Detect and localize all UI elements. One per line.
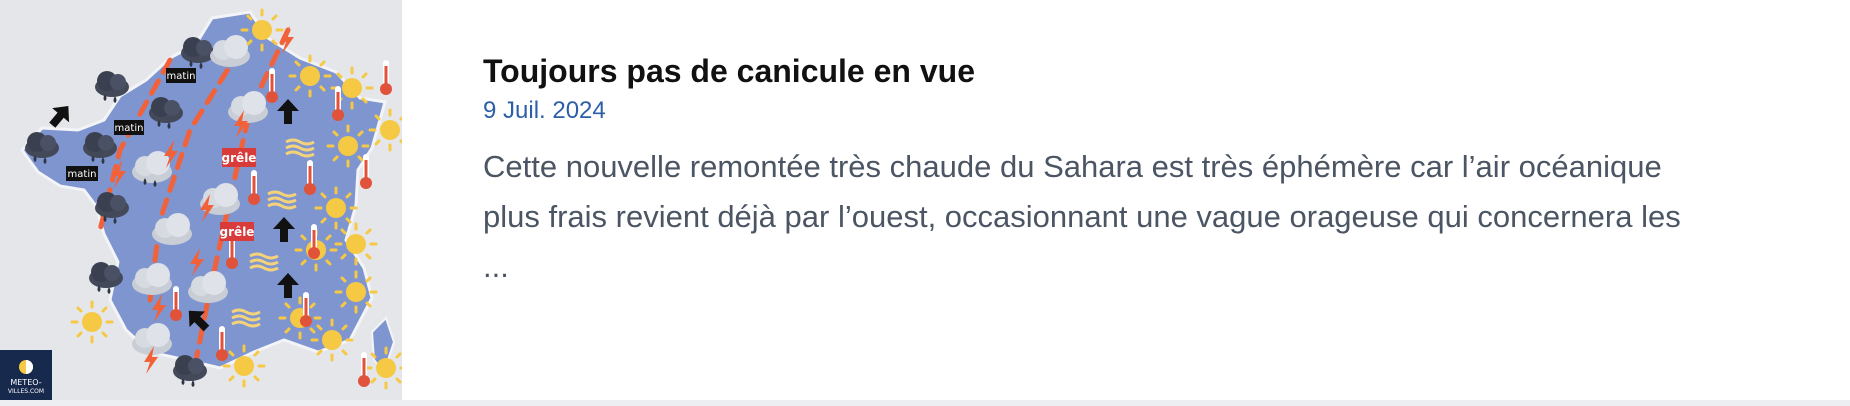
meteo-villes-logo: METEO- VILLES.COM <box>0 350 52 400</box>
map-label-matin: matin <box>68 169 97 180</box>
weather-map-image: matin matin matin grêle grêle METEO- VIL… <box>0 8 402 400</box>
article-thumbnail[interactable]: matin matin matin grêle grêle METEO- VIL… <box>0 0 402 400</box>
map-label-grele: grêle <box>222 151 257 165</box>
article-card[interactable]: matin matin matin grêle grêle METEO- VIL… <box>0 0 1850 400</box>
map-label-grele: grêle <box>220 225 255 239</box>
excerpt-line: ... <box>483 249 509 284</box>
map-label-matin: matin <box>115 123 144 134</box>
article-content: Toujours pas de canicule en vue 9 Juil. … <box>402 0 1773 400</box>
excerpt-line: plus frais revient déjà par l’ouest, occ… <box>483 199 1681 234</box>
svg-text:VILLES.COM: VILLES.COM <box>8 388 44 395</box>
article-date: 9 Juil. 2024 <box>483 97 606 124</box>
article-title[interactable]: Toujours pas de canicule en vue <box>483 50 1773 92</box>
article-excerpt: Cette nouvelle remontée très chaude du S… <box>483 142 1773 292</box>
map-label-matin: matin <box>167 71 196 82</box>
svg-text:METEO-: METEO- <box>10 378 41 387</box>
card-separator <box>0 400 1850 406</box>
excerpt-line: Cette nouvelle remontée très chaude du S… <box>483 149 1662 184</box>
